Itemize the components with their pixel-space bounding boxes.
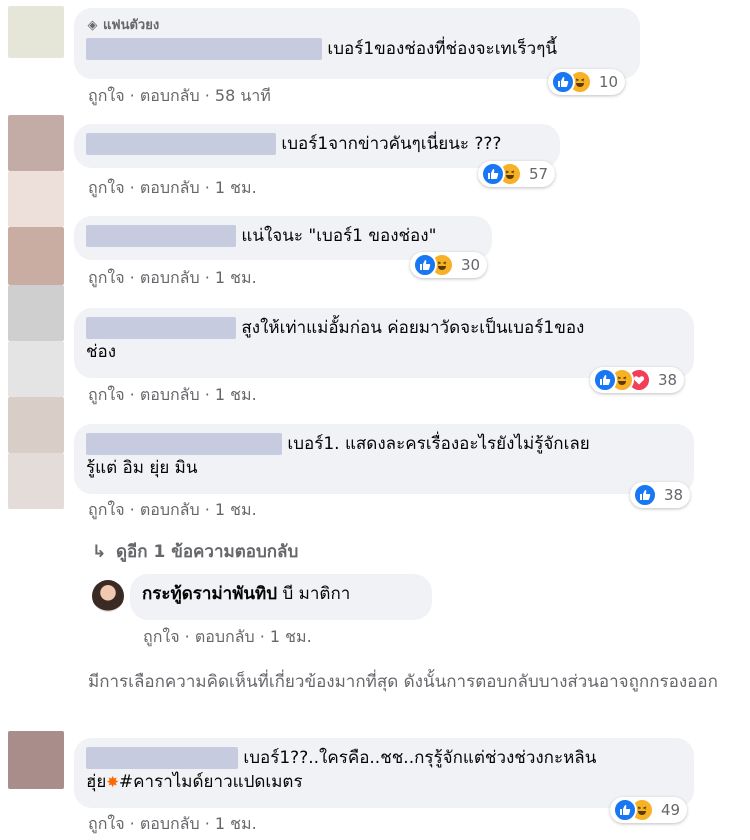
avatar[interactable] <box>8 453 64 509</box>
blurred-author-name[interactable] <box>86 317 236 339</box>
comment-actions: ถูกใจ · ตอบกลับ · 58 นาที <box>88 86 271 105</box>
like-link[interactable]: ถูกใจ <box>88 814 125 833</box>
comment-actions: ถูกใจ · ตอบกลับ · 1 ชม. <box>88 500 257 519</box>
comment-bubble: เบอร์1. แสดงละครเรื่องอะไรยังไม่รู้จักเล… <box>74 424 694 494</box>
like-link[interactable]: ถูกใจ <box>143 627 180 646</box>
reaction-count: 10 <box>599 73 619 91</box>
reaction-count: 38 <box>658 371 678 389</box>
filter-note: มีการเลือกความคิดเห็นที่เกี่ยวข้องมากที่… <box>88 672 718 692</box>
reaction-count: 38 <box>664 486 684 504</box>
avatar[interactable] <box>8 285 64 341</box>
comment-actions: ถูกใจ · ตอบกลับ · 1 ชม. <box>88 178 257 197</box>
like-reaction-icon <box>481 162 505 186</box>
view-more-replies-link[interactable]: ↳ ดูอีก 1 ข้อความตอบกลับ <box>92 538 298 565</box>
comment-actions: ถูกใจ · ตอบกลับ · 1 ชม. <box>88 268 257 287</box>
comment-text: เบอร์1จากข่าวคันๆเนี่ยนะ ??? <box>281 134 502 154</box>
comment-text: เบอร์1??..ใครคือ..ชช..กรุรู้จักแต่ช่วงช่… <box>243 748 597 768</box>
comment-time[interactable]: 1 ชม. <box>215 500 257 519</box>
top-fan-badge: ◈ แฟนตัวยง <box>87 18 160 33</box>
reaction-summary[interactable]: 30 <box>410 252 488 278</box>
reply-arrow-icon: ↳ <box>92 542 107 562</box>
comment-text: สูงให้เท่าแม่อั้มก่อน ค่อยมาวัดจะเป็นเบอ… <box>241 318 585 338</box>
like-reaction-icon <box>593 368 617 392</box>
blurred-author-name[interactable] <box>86 225 236 247</box>
comment-time[interactable]: 1 ชม. <box>215 178 257 197</box>
avatar[interactable] <box>92 580 124 612</box>
diamond-icon: ◈ <box>87 18 98 33</box>
reply-bubble: กระทู้ดราม่าพันทิป บี มาติกา <box>130 574 432 620</box>
comment-bubble: เบอร์1??..ใครคือ..ชช..กรุรู้จักแต่ช่วงช่… <box>74 738 694 808</box>
avatar[interactable] <box>8 731 64 789</box>
avatar[interactable] <box>8 6 64 58</box>
reply-link[interactable]: ตอบกลับ <box>140 86 200 105</box>
like-link[interactable]: ถูกใจ <box>88 86 125 105</box>
reaction-summary[interactable]: 38 <box>590 367 685 393</box>
reply-link[interactable]: ตอบกลับ <box>195 627 255 646</box>
reply-link[interactable]: ตอบกลับ <box>140 268 200 287</box>
comment-text-line2: รู้แต่ อิม ยุ่ย มิน <box>86 458 198 478</box>
like-link[interactable]: ถูกใจ <box>88 268 125 287</box>
blurred-author-name[interactable] <box>86 38 322 60</box>
like-reaction-icon <box>413 253 437 277</box>
avatar[interactable] <box>8 397 64 453</box>
reaction-summary[interactable]: 10 <box>548 69 626 95</box>
comment-text: แน่ใจนะ "เบอร์1 ของช่อง" <box>241 226 437 246</box>
comment-text: เบอร์1ของช่องที่ช่องจะเทเร็วๆนี้ <box>327 39 557 59</box>
avatar[interactable] <box>8 341 64 397</box>
comment-text-line2: ช่อง <box>86 342 117 362</box>
comment-bubble: ◈ แฟนตัวยง เบอร์1ของช่องที่ช่องจะเทเร็วๆน… <box>74 8 640 79</box>
like-reaction-icon <box>633 483 657 507</box>
reply-link[interactable]: ตอบกลับ <box>140 385 200 404</box>
reaction-summary[interactable]: 57 <box>478 161 556 187</box>
reaction-count: 30 <box>461 256 481 274</box>
comment-time[interactable]: 58 นาที <box>215 86 271 105</box>
reaction-count: 57 <box>529 165 549 183</box>
reaction-summary[interactable]: 49 <box>610 797 688 823</box>
reply-author-name[interactable]: กระทู้ดราม่าพันทิป <box>142 584 277 604</box>
reply-link[interactable]: ตอบกลับ <box>140 500 200 519</box>
comment-text-line2: ฮุ่ย <box>86 772 107 792</box>
comment-time[interactable]: 1 ชม. <box>215 814 257 833</box>
comment-time[interactable]: 1 ชม. <box>215 385 257 404</box>
like-link[interactable]: ถูกใจ <box>88 500 125 519</box>
hashtag-link[interactable]: #คาราไมด์ยาวแปดเมตร <box>119 772 303 792</box>
blurred-author-name[interactable] <box>86 433 282 455</box>
reply-actions: ถูกใจ · ตอบกลับ · 1 ชม. <box>143 627 312 646</box>
fire-emoji-icon: ✸ <box>106 773 119 791</box>
comment-actions: ถูกใจ · ตอบกลับ · 1 ชม. <box>88 385 257 404</box>
comment-time[interactable]: 1 ชม. <box>270 627 312 646</box>
reply-link[interactable]: ตอบกลับ <box>140 178 200 197</box>
blurred-author-name[interactable] <box>86 133 276 155</box>
avatar[interactable] <box>8 171 64 227</box>
reply-link[interactable]: ตอบกลับ <box>140 814 200 833</box>
reaction-count: 49 <box>661 801 681 819</box>
comment-time[interactable]: 1 ชม. <box>215 268 257 287</box>
comment-actions: ถูกใจ · ตอบกลับ · 1 ชม. <box>88 814 257 833</box>
reply-text: บี มาติกา <box>282 584 351 604</box>
avatar[interactable] <box>8 227 64 285</box>
like-reaction-icon <box>551 70 575 94</box>
like-reaction-icon <box>613 798 637 822</box>
reaction-summary[interactable]: 38 <box>630 482 691 508</box>
blurred-author-name[interactable] <box>86 747 238 769</box>
avatar[interactable] <box>8 115 64 171</box>
like-link[interactable]: ถูกใจ <box>88 385 125 404</box>
comment-text: เบอร์1. แสดงละครเรื่องอะไรยังไม่รู้จักเล… <box>287 434 590 454</box>
like-link[interactable]: ถูกใจ <box>88 178 125 197</box>
